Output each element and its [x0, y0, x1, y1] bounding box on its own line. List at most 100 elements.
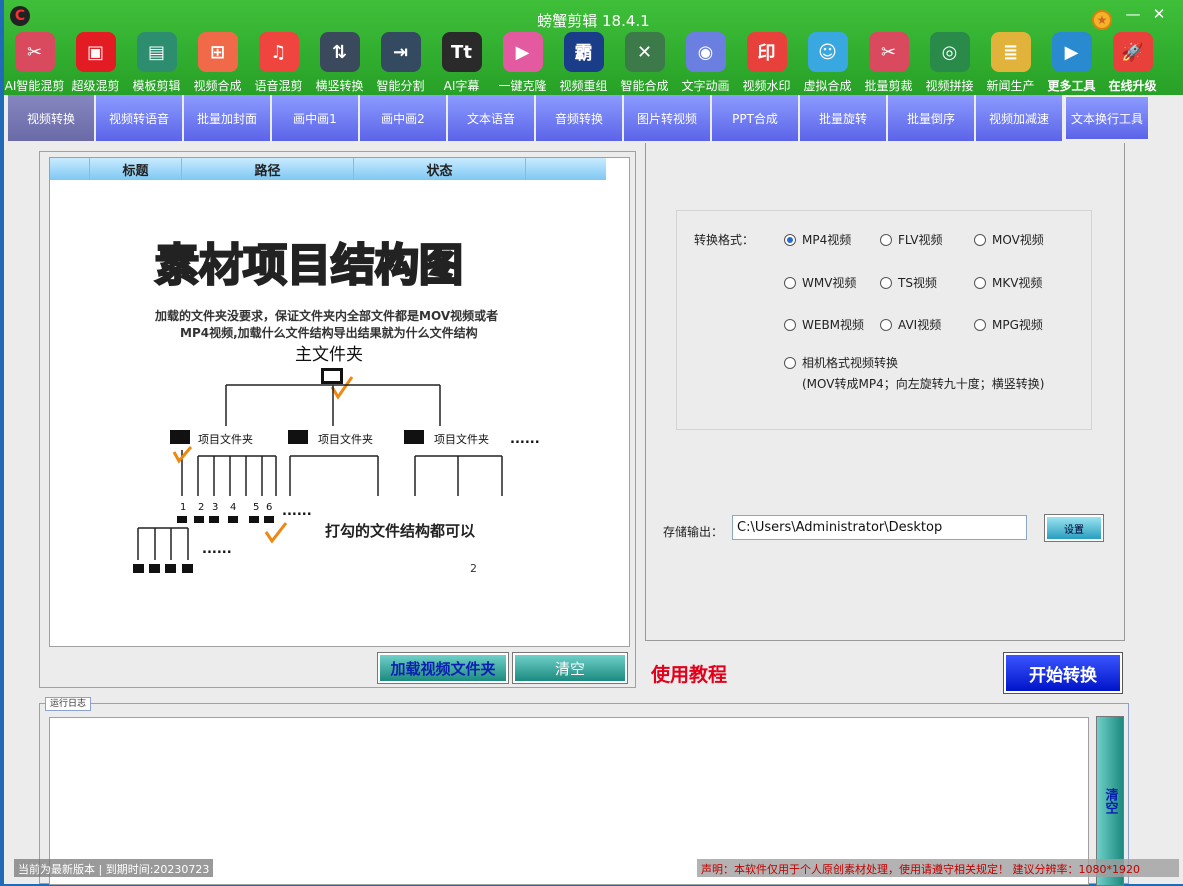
set-output-button[interactable]: 设置 [1044, 514, 1104, 542]
log-title: 运行日志 [45, 697, 92, 711]
radio-dot [880, 233, 892, 246]
radio-dot [974, 318, 986, 331]
header-path[interactable]: 路径 [182, 158, 354, 180]
file-list[interactable]: 标题 路径 状态 素材项目结构图 加载的文件夹没要求，保证文件夹内全部文件都是M… [49, 157, 630, 647]
window-title: 螃蟹剪辑 18.4.1 [537, 12, 650, 30]
output-label: 存储输出： [663, 525, 724, 539]
tick-note: 打勾的文件结构都可以 [325, 522, 475, 540]
radio-wmv[interactable]: WMV视频 [784, 274, 856, 291]
toolbar-item-1[interactable]: ▣ 超级混剪 [65, 30, 126, 94]
split-arrow-icon: ⇥ [380, 32, 421, 72]
toolbar-item-0[interactable]: ✂ AI智能混剪 [4, 30, 65, 94]
diagram-mark: 2 [470, 562, 477, 575]
tab-6[interactable]: 音频转换 [536, 95, 622, 141]
radio-label: AVI视频 [898, 318, 942, 332]
radio-dot [974, 276, 986, 289]
toolbar-item-14[interactable]: ✂ 批量剪裁 [858, 30, 919, 94]
rotate-arrows-icon: ⇅ [319, 32, 360, 72]
tab-12[interactable]: 文本换行工具 [1064, 95, 1150, 141]
radio-avi[interactable]: AVI视频 [880, 316, 941, 333]
film-crop-icon: ✂ [868, 32, 909, 72]
toolbar-item-label: 横竖转换 [315, 79, 364, 93]
radio-flv[interactable]: FLV视频 [880, 231, 942, 248]
tab-2[interactable]: 批量加封面 [184, 95, 270, 141]
radio-mp4[interactable]: MP4视频 [784, 231, 851, 248]
tab-4[interactable]: 画中画2 [360, 95, 446, 141]
radio-dot [784, 233, 796, 246]
toolbar-item-18[interactable]: 🚀 在线升级 [1102, 30, 1163, 94]
output-path-input[interactable] [732, 515, 1027, 540]
toolbar-item-label: 视频拼接 [925, 79, 974, 93]
header-title[interactable]: 标题 [90, 158, 182, 180]
toolbar-item-16[interactable]: ≣ 新闻生产 [980, 30, 1041, 94]
film-reel-icon: ✂ [14, 32, 55, 72]
start-convert-button[interactable]: 开始转换 [1003, 652, 1123, 694]
radio-webm[interactable]: WEBM视频 [784, 316, 864, 333]
radio-ts[interactable]: TS视频 [880, 274, 937, 291]
project-folder-label-2: 项目文件夹 [318, 432, 373, 446]
diagram-note-line1: 加载的文件夹没要求，保证文件夹内全部文件都是MOV视频或者 [154, 308, 498, 323]
toolbar-item-5[interactable]: ⇅ 横竖转换 [309, 30, 370, 94]
toolbar-item-label: 视频水印 [742, 79, 791, 93]
toolbar-item-17[interactable]: ▶ 更多工具 [1041, 30, 1102, 94]
header-status[interactable]: 状态 [354, 158, 526, 180]
ba-character-icon: 霸 [563, 32, 604, 72]
tab-3[interactable]: 画中画1 [272, 95, 358, 141]
toolbar-item-label: 文字动画 [681, 79, 730, 93]
toolbar-item-11[interactable]: ◉ 文字动画 [675, 30, 736, 94]
toolbar-item-2[interactable]: ▤ 模板剪辑 [126, 30, 187, 94]
toolbar-item-label: AI智能混剪 [4, 79, 65, 93]
close-button[interactable]: ✕ [1148, 5, 1170, 23]
tab-11[interactable]: 视频加减速 [976, 95, 1062, 141]
toolbar-item-label: 视频重组 [559, 79, 608, 93]
tab-8[interactable]: PPT合成 [712, 95, 798, 141]
load-folder-button[interactable]: 加载视频文件夹 [377, 652, 509, 684]
radio-label: WEBM视频 [802, 318, 865, 332]
radio-camera[interactable]: 相机格式视频转换 [784, 354, 898, 371]
radio-label: MP4视频 [802, 233, 852, 247]
toolbar-item-label: 批量剪裁 [864, 79, 913, 93]
tab-10[interactable]: 批量倒序 [888, 95, 974, 141]
file-ellipsis: ...... [282, 504, 312, 519]
radio-mkv[interactable]: MKV视频 [974, 274, 1042, 291]
tab-1[interactable]: 视频转语音 [96, 95, 182, 141]
clear-list-button[interactable]: 清空 [512, 652, 628, 684]
radio-mpg[interactable]: MPG视频 [974, 316, 1043, 333]
version-status: 当前为最新版本 | 到期时间:20230723 [14, 859, 214, 877]
minimize-button[interactable]: — [1122, 5, 1144, 23]
newspaper-icon: ≣ [990, 32, 1031, 72]
tab-7[interactable]: 图片转视频 [624, 95, 710, 141]
tutorial-link[interactable]: 使用教程 [651, 660, 727, 687]
toolbar-item-6[interactable]: ⇥ 智能分割 [370, 30, 431, 94]
radio-label: MPG视频 [992, 318, 1043, 332]
toolbar-item-15[interactable]: ◎ 视频拼接 [919, 30, 980, 94]
toolbar-item-label: AI字幕 [443, 79, 480, 93]
sound-wave-icon: ◉ [685, 32, 726, 72]
tab-0[interactable]: 视频转换 [8, 95, 94, 141]
radio-dot [784, 318, 796, 331]
number-3: 3 [212, 502, 218, 513]
toolbar-item-13[interactable]: ☺ 虚拟合成 [797, 30, 858, 94]
toolbar-item-8[interactable]: ▶ 一键克隆 [492, 30, 553, 94]
toolbar-item-4[interactable]: ♫ 语音混剪 [248, 30, 309, 94]
medal-icon[interactable]: ★ [1092, 10, 1112, 30]
function-tabs: 视频转换 视频转语音 批量加封面 画中画1 画中画2 文本语音 音频转换 图片转视频 PPT合成… [8, 95, 1152, 141]
root-folder-icon [321, 368, 343, 384]
diagram-note-line2: MP4视频,加载什么文件结构导出结果就为什么文件结构 [180, 325, 478, 340]
root-folder-label: 主文件夹 [295, 345, 363, 365]
radio-mov[interactable]: MOV视频 [974, 231, 1044, 248]
toolbar-item-label: 智能合成 [620, 79, 669, 93]
toolbar-item-9[interactable]: 霸视频重组 [553, 30, 614, 94]
toolbar-item-label: 一键克隆 [498, 79, 547, 93]
toolbar-item-3[interactable]: ⊞ 视频合成 [187, 30, 248, 94]
camera-icon: ◎ [929, 32, 970, 72]
toolbar-item-12[interactable]: 印视频水印 [736, 30, 797, 94]
avatar-icon: ☺ [807, 32, 848, 72]
tab-5[interactable]: 文本语音 [448, 95, 534, 141]
radio-dot [784, 356, 796, 369]
settings-panel: 转换格式： MP4视频 FLV视频 MOV视频 WMV视频 TS视频 MKV视频… [645, 143, 1125, 641]
tab-9[interactable]: 批量旋转 [800, 95, 886, 141]
radio-label: MKV视频 [992, 276, 1043, 290]
toolbar-item-7[interactable]: Tt AI字幕 [431, 30, 492, 94]
toolbar-item-10[interactable]: ✕ 智能合成 [614, 30, 675, 94]
